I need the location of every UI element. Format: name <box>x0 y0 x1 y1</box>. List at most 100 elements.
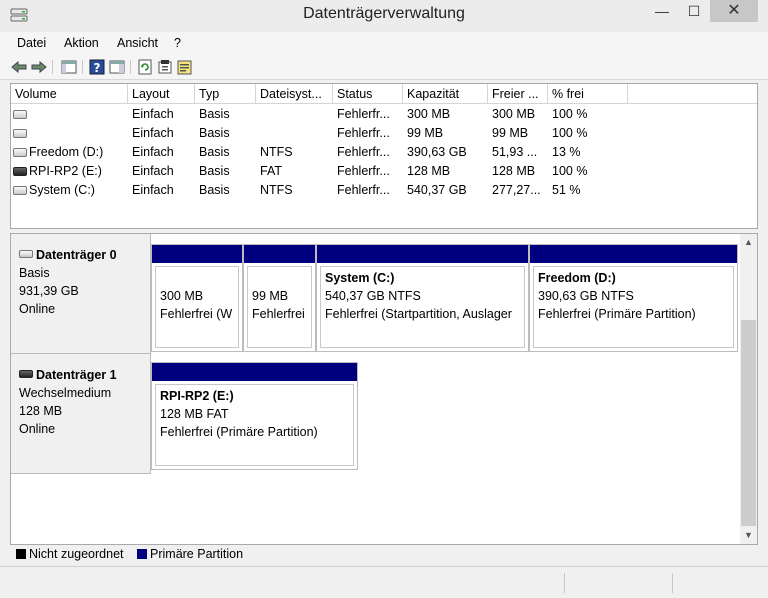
removable-disk-icon <box>19 370 33 378</box>
partition-system-c[interactable]: System (C:) 540,37 GB NTFS Fehlerfrei (S… <box>316 244 529 352</box>
partition-title: Freedom (D:) <box>538 271 616 285</box>
menu-ansicht[interactable]: Ansicht <box>117 36 158 50</box>
partition-disk0-2[interactable]: 99 MB Fehlerfrei <box>243 244 316 352</box>
column-header-dateisystem[interactable]: Dateisyst... <box>256 84 333 104</box>
close-button[interactable]: ✕ <box>710 0 758 22</box>
refresh-icon[interactable] <box>136 58 154 76</box>
partition-status: Fehlerfrei (Primäre Partition) <box>538 307 696 321</box>
cell-kapazitaet: 390,63 GB <box>407 145 467 159</box>
volume-list: Volume Layout Typ Dateisyst... Status Ka… <box>10 83 758 229</box>
column-header-freier-speicher[interactable]: Freier ... <box>488 84 548 104</box>
maximize-button[interactable]: ☐ <box>680 0 708 22</box>
partition-title: RPI-RP2 (E:) <box>160 389 234 403</box>
partition-status: Fehlerfrei (W <box>160 307 233 321</box>
cell-prozent-frei: 13 % <box>552 145 581 159</box>
disk-0-info[interactable]: Datenträger 0 Basis 931,39 GB Online <box>11 234 151 354</box>
table-row[interactable]: Freedom (D:) Einfach Basis NTFS Fehlerfr… <box>11 143 757 162</box>
status-separator <box>672 573 673 593</box>
column-header-typ[interactable]: Typ <box>195 84 256 104</box>
table-row[interactable]: Einfach Basis Fehlerfr... 300 MB 300 MB … <box>11 105 757 124</box>
cell-freier-speicher: 99 MB <box>492 126 529 140</box>
partition-title: System (C:) <box>325 271 395 285</box>
primary-partition-bar <box>152 363 357 381</box>
cell-typ: Basis <box>199 164 230 178</box>
legend: Nicht zugeordnet Primäre Partition <box>10 545 758 565</box>
column-header-kapazitaet[interactable]: Kapazität <box>403 84 488 104</box>
cell-volume: System (C:) <box>29 183 95 197</box>
cell-typ: Basis <box>199 126 230 140</box>
status-separator <box>564 573 565 593</box>
cell-kapazitaet: 99 MB <box>407 126 444 140</box>
disk-1-state: Online <box>19 422 56 436</box>
scroll-thumb[interactable] <box>741 320 756 526</box>
cell-kapazitaet: 300 MB <box>407 107 451 121</box>
hdd-volume-icon <box>13 110 27 119</box>
cell-prozent-frei: 100 % <box>552 164 588 178</box>
column-header-prozent-frei[interactable]: % frei <box>548 84 628 104</box>
disk-0-title: Datenträger 0 <box>19 248 117 262</box>
cell-status: Fehlerfr... <box>337 183 390 197</box>
table-row[interactable]: System (C:) Einfach Basis NTFS Fehlerfr.… <box>11 181 757 200</box>
menu-datei[interactable]: Datei <box>17 36 46 50</box>
cell-prozent-frei: 100 % <box>552 107 588 121</box>
toolbar-separator <box>130 60 131 74</box>
table-row[interactable]: Einfach Basis Fehlerfr... 99 MB 99 MB 10… <box>11 124 757 143</box>
partition-size: 300 MB <box>160 289 204 303</box>
cell-typ: Basis <box>199 145 230 159</box>
partition-body: 99 MB Fehlerfrei <box>247 266 312 348</box>
cell-prozent-frei: 51 % <box>552 183 581 197</box>
primary-partition-bar <box>244 245 315 263</box>
back-arrow-icon[interactable] <box>10 58 28 76</box>
menu-bar: Datei Aktion Ansicht ? <box>0 32 768 54</box>
legend-primary-partition: Primäre Partition <box>150 547 244 561</box>
disk-1-name: Datenträger 1 <box>36 368 117 382</box>
cell-typ: Basis <box>199 183 230 197</box>
settings-icon[interactable] <box>156 58 174 76</box>
column-header-volume[interactable]: Volume <box>11 84 128 104</box>
primary-partition-bar <box>317 245 528 263</box>
cell-status: Fehlerfr... <box>337 164 390 178</box>
hdd-disk-icon <box>19 250 33 258</box>
partition-rpi-rp2-e[interactable]: RPI-RP2 (E:) 128 MB FAT Fehlerfrei (Prim… <box>151 362 358 470</box>
cell-status: Fehlerfr... <box>337 145 390 159</box>
partition-freedom-d[interactable]: Freedom (D:) 390,63 GB NTFS Fehlerfrei (… <box>529 244 738 352</box>
menu-help[interactable]: ? <box>174 36 181 50</box>
disk-1-title: Datenträger 1 <box>19 368 117 382</box>
hdd-volume-icon <box>13 129 27 138</box>
cell-dateisystem: FAT <box>260 164 282 178</box>
partition-size: 128 MB FAT <box>160 407 229 421</box>
legend-unallocated: Nicht zugeordnet <box>29 547 124 561</box>
cell-layout: Einfach <box>132 126 174 140</box>
vertical-scrollbar[interactable]: ▲ ▼ <box>740 234 757 544</box>
toolbar-separator <box>52 60 53 74</box>
console-tree-icon[interactable] <box>60 58 78 76</box>
table-row[interactable]: RPI-RP2 (E:) Einfach Basis FAT Fehlerfr.… <box>11 162 757 181</box>
scroll-up-icon[interactable]: ▲ <box>740 234 757 250</box>
cell-freier-speicher: 51,93 ... <box>492 145 538 159</box>
cell-status: Fehlerfr... <box>337 126 390 140</box>
disk-0-size: 931,39 GB <box>19 284 79 298</box>
partition-body: 300 MB Fehlerfrei (W <box>155 266 239 348</box>
menu-aktion[interactable]: Aktion <box>64 36 99 50</box>
partition-disk0-1[interactable]: 300 MB Fehlerfrei (W <box>151 244 243 352</box>
export-icon[interactable] <box>176 58 194 76</box>
partition-body: Freedom (D:) 390,63 GB NTFS Fehlerfrei (… <box>533 266 734 348</box>
column-header-layout[interactable]: Layout <box>128 84 195 104</box>
status-bar <box>0 566 768 598</box>
hdd-volume-icon <box>13 148 27 157</box>
cell-freier-speicher: 300 MB <box>492 107 536 121</box>
scroll-down-icon[interactable]: ▼ <box>740 527 757 543</box>
primary-partition-bar <box>152 245 242 263</box>
partition-size: 99 MB <box>252 289 289 303</box>
cell-layout: Einfach <box>132 107 174 121</box>
help-icon[interactable]: ? <box>88 58 106 76</box>
title-bar: Datenträgerverwaltung — ☐ ✕ <box>0 0 768 32</box>
column-header-status[interactable]: Status <box>333 84 403 104</box>
forward-arrow-icon[interactable] <box>30 58 48 76</box>
unallocated-swatch <box>16 549 26 559</box>
disk-1-info[interactable]: Datenträger 1 Wechselmedium 128 MB Onlin… <box>11 354 151 474</box>
properties-panel-icon[interactable] <box>108 58 126 76</box>
minimize-button[interactable]: — <box>648 0 676 22</box>
partition-status: Fehlerfrei (Startpartition, Auslager <box>325 307 512 321</box>
cell-volume: Freedom (D:) <box>29 145 104 159</box>
